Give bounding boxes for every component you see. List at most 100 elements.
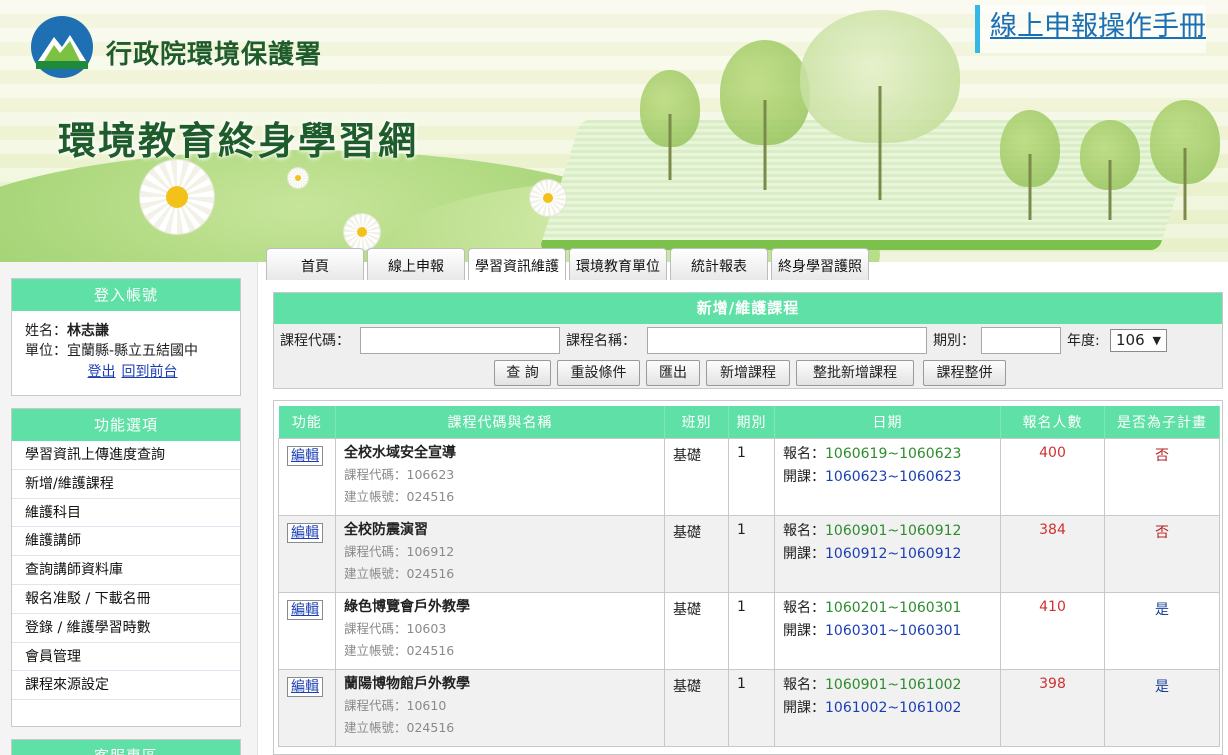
course-name-label: 課程名稱： [566,333,636,349]
course-table-container: 功能 課程代碼與名稱 班別 期別 日期 報名人數 是否為子計畫 編輯 全校水域安… [273,400,1223,755]
tree-illustration [800,10,960,200]
table-header-row: 功能 課程代碼與名稱 班別 期別 日期 報名人數 是否為子計畫 [278,406,1220,438]
tree-illustration [640,70,700,180]
merge-course-button[interactable]: 課程整併 [923,360,1006,386]
course-table: 功能 課程代碼與名稱 班別 期別 日期 報名人數 是否為子計畫 編輯 全校水域安… [278,406,1220,747]
tree-illustration [1150,100,1220,220]
course-code: 課程代碼：106623 [344,466,455,482]
user-unit: 宜蘭縣-縣立五結國中 [67,343,199,359]
creator-account: 建立帳號：024516 [344,719,455,735]
tab-learning-info[interactable]: 學習資訊維護 [468,248,566,280]
table-row: 編輯 全校防震演習 課程代碼：106912 建立帳號：024516 基礎 1 報… [278,514,1220,593]
batch-add-course-button[interactable]: 整批新增課程 [796,360,914,386]
site-title: 環境教育終身學習網 [58,118,419,163]
login-info: 姓名：林志謙 單位：宜蘭縣-縣立五結國中 登出 回到前台 [12,311,240,382]
edit-button[interactable]: 編輯 [287,599,323,620]
search-button[interactable]: 查 詢 [494,360,551,386]
tab-home[interactable]: 首頁 [266,248,364,280]
table-row: 編輯 綠色博覽會戶外教學 課程代碼：10603 建立帳號：024516 基礎 1… [278,591,1220,670]
course-class: 基礎 [664,668,729,747]
tab-passport[interactable]: 終身學習護照 [771,248,869,280]
col-header-function: 功能 [278,406,336,438]
manual-link[interactable]: 線上申報操作手冊 [975,5,1206,53]
daisy-flower [530,180,566,216]
tab-online-report[interactable]: 線上申報 [367,248,465,280]
menu-item-upload-progress[interactable]: 學習資訊上傳進度查詢 [12,441,240,470]
course-name: 綠色博覽會戶外教學 [344,598,470,615]
col-header-date: 日期 [774,406,1001,438]
frontend-link[interactable]: 回到前台 [122,364,178,380]
menu-item-lecturer-db[interactable]: 查詢講師資料庫 [12,556,240,585]
edit-button[interactable]: 編輯 [287,522,323,543]
site-banner: 行政院環境保護署 環境教育終身學習網 線上申報操作手冊 [0,0,1228,262]
course-code-label: 課程代碼： [280,333,350,349]
col-header-class: 班別 [664,406,729,438]
registration-count: 398 [1000,668,1105,747]
col-header-term: 期別 [728,406,775,438]
registration-date: 報名：1060901~1060912 [783,522,962,539]
course-term: 1 [728,514,775,593]
registration-count: 400 [1000,437,1105,516]
function-menu: 功能選項 學習資訊上傳進度查詢 新增/維護課程 維護科目 維護講師 查詢講師資料… [11,408,241,727]
menu-item-learning-hours[interactable]: 登錄 / 維護學習時數 [12,614,240,643]
user-name: 林志謙 [67,323,109,339]
course-class: 基礎 [664,591,729,670]
course-code: 課程代碼：10610 [344,697,447,713]
tree-illustration [1000,110,1060,220]
course-class: 基礎 [664,437,729,516]
col-header-count: 報名人數 [1000,406,1105,438]
left-sidebar: 登入帳號 姓名：林志謙 單位：宜蘭縣-縣立五結國中 登出 回到前台 功能選項 學習… [0,262,258,755]
tab-edu-units[interactable]: 環境教育單位 [569,248,667,280]
subplan-flag: 否 [1104,514,1220,593]
tab-statistics[interactable]: 統計報表 [670,248,768,280]
registration-date: 報名：1060901~1061002 [783,676,962,693]
creator-account: 建立帳號：024516 [344,642,455,658]
edit-button[interactable]: 編輯 [287,676,323,697]
main-nav-tabs: 首頁 線上申報 學習資訊維護 環境教育單位 統計報表 終身學習護照 [266,248,869,280]
unit-label: 單位： [25,343,67,359]
course-name-input[interactable] [647,327,927,354]
menu-item-subjects[interactable]: 維護科目 [12,499,240,528]
tree-illustration [1080,120,1140,220]
term-input[interactable] [981,327,1061,354]
reset-button[interactable]: 重設條件 [557,360,640,386]
form-title: 新增/維護課程 [274,293,1222,324]
term-label: 期別： [933,333,975,349]
subplan-flag: 否 [1104,437,1220,516]
course-term: 1 [728,591,775,670]
table-row: 編輯 蘭陽博物館戶外教學 課程代碼：10610 建立帳號：024516 基礎 1… [278,668,1220,747]
course-term: 1 [728,668,775,747]
col-header-subplan: 是否為子計畫 [1104,406,1220,438]
course-code: 課程代碼：10603 [344,620,447,636]
menu-item-course-source[interactable]: 課程來源設定 [12,671,240,701]
export-button[interactable]: 匯出 [646,360,700,386]
name-label: 姓名： [25,323,67,339]
dropdown-arrow-icon: ▼ [1152,334,1161,347]
login-box: 登入帳號 姓名：林志謙 單位：宜蘭縣-縣立五結國中 登出 回到前台 [11,278,241,396]
registration-count: 384 [1000,514,1105,593]
course-name: 全校水域安全宣導 [344,444,456,461]
agency-name: 行政院環境保護署 [106,40,323,70]
registration-date: 報名：1060619~1060623 [783,445,962,462]
year-label: 年度: [1067,333,1100,349]
menu-item-members[interactable]: 會員管理 [12,643,240,672]
edit-button[interactable]: 編輯 [287,445,323,466]
open-date: 開課：1060912~1060912 [783,545,962,562]
add-course-button[interactable]: 新增課程 [706,360,790,386]
course-term: 1 [728,437,775,516]
registration-count: 410 [1000,591,1105,670]
menu-item-lecturers[interactable]: 維護講師 [12,527,240,557]
logout-link[interactable]: 登出 [88,364,116,380]
open-date: 開課：1061002~1061002 [783,699,962,716]
tree-illustration [720,40,810,190]
course-code-input[interactable] [360,327,560,354]
col-header-course: 課程代碼與名稱 [335,406,665,438]
daisy-flower [140,160,214,234]
year-select[interactable]: 106 ▼ [1110,329,1167,352]
daisy-flower [288,168,308,188]
menu-item-registration[interactable]: 報名准駁 / 下載名冊 [12,585,240,614]
epa-logo-icon [31,16,93,78]
menu-item-course-maintain[interactable]: 新增/維護課程 [12,470,240,499]
service-box-title: 客服專區 [12,740,240,755]
login-box-title: 登入帳號 [12,279,240,311]
